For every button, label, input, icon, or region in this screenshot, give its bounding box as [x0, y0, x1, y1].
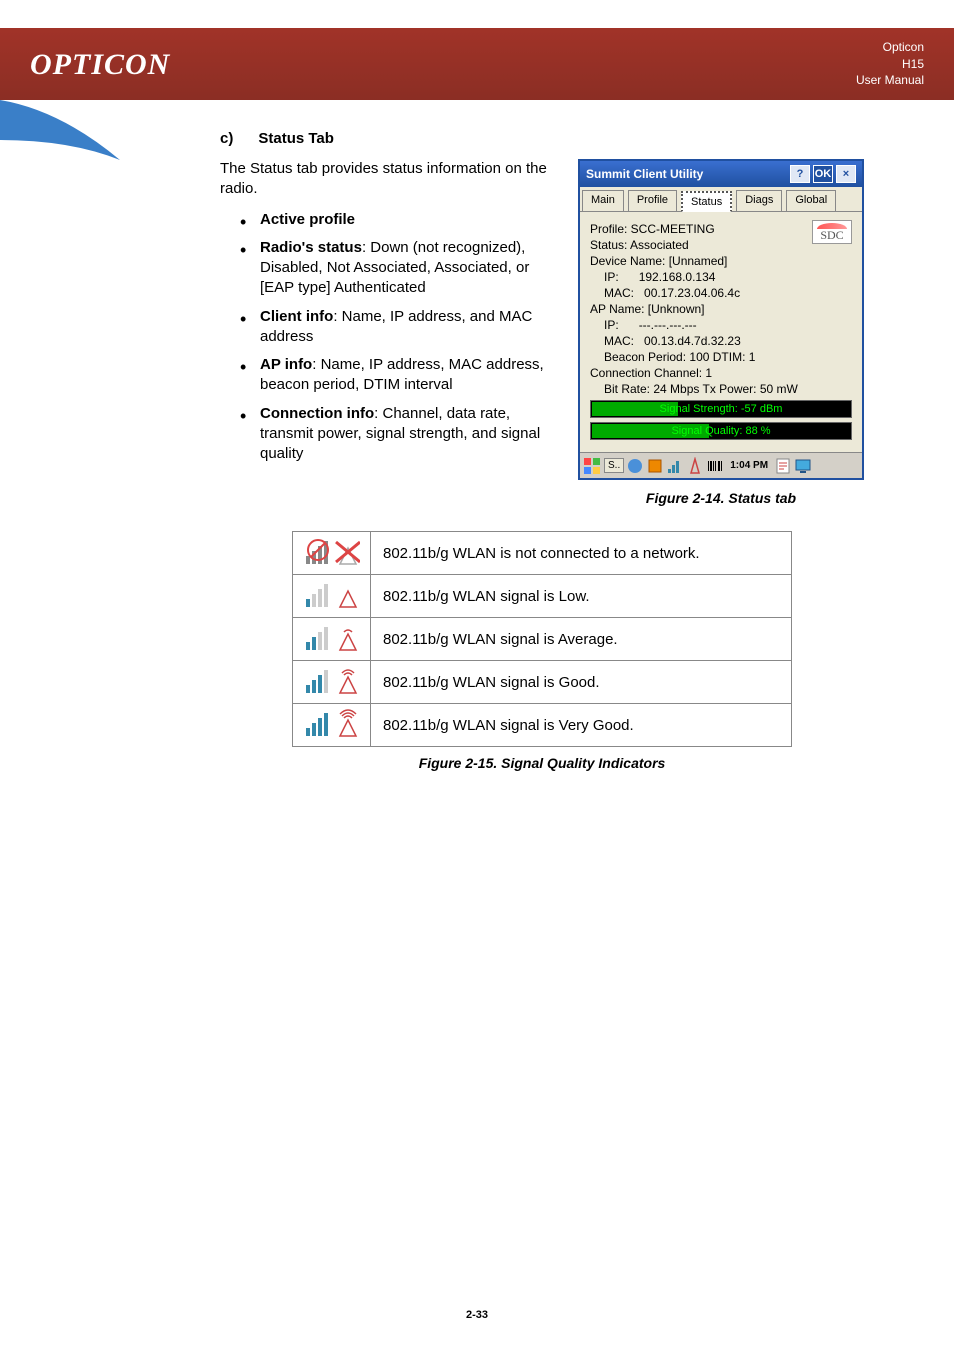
ip-label: IP:	[604, 318, 619, 332]
signal-desc: 802.11b/g WLAN signal is Good.	[371, 661, 792, 704]
titlebar-buttons: ? OK ×	[790, 165, 856, 183]
list-item: Radio's status: Down (not recognized), D…	[260, 238, 558, 299]
brand-line-2: H15	[856, 56, 924, 73]
brand-line-1: Opticon	[856, 39, 924, 56]
tab-global[interactable]: Global	[786, 190, 836, 211]
list-item: Connection info: Channel, data rate, tra…	[260, 404, 558, 465]
brand-line-3: User Manual	[856, 72, 924, 89]
figure-2-caption: Figure 2-15. Signal Quality Indicators	[220, 755, 864, 771]
signal-desc: 802.11b/g WLAN signal is Average.	[371, 618, 792, 661]
bit-rate-line: Bit Rate: 24 Mbps Tx Power: 50 mW	[590, 382, 852, 396]
ap-mac-line: MAC: 00.13.d4.7d.32.23	[590, 334, 852, 348]
table-row: 802.11b/g WLAN signal is Very Good.	[293, 704, 792, 747]
tab-status[interactable]: Status	[681, 191, 732, 212]
ap-ip-line: IP: ---.---.---.---	[590, 318, 852, 332]
bullet-label: Client info	[260, 308, 333, 325]
section-letter: c)	[220, 130, 233, 147]
beacon-line: Beacon Period: 100 DTIM: 1	[590, 350, 852, 364]
page-header: OPTICON Opticon H15 User Manual	[0, 28, 954, 100]
list-item: Client info: Name, IP address, and MAC a…	[260, 307, 558, 348]
signal-icon-average	[293, 618, 371, 661]
bullet-label: Active profile	[260, 211, 355, 228]
signal-desc: 802.11b/g WLAN signal is Low.	[371, 575, 792, 618]
signal-icon-very-good	[293, 704, 371, 747]
table-row: 802.11b/g WLAN signal is Average.	[293, 618, 792, 661]
mac-value: 00.13.d4.7d.32.23	[644, 334, 741, 348]
taskbar-app[interactable]: S..	[604, 458, 624, 473]
signal-icon-good	[293, 661, 371, 704]
page-number: 2-33	[466, 1309, 488, 1321]
right-column: Summit Client Utility ? OK × Main Profil…	[578, 159, 864, 506]
tab-row: Main Profile Status Diags Global	[580, 187, 862, 212]
tab-diags[interactable]: Diags	[736, 190, 782, 211]
left-column: The Status tab provides status informati…	[220, 159, 558, 472]
svg-text:OPTICON: OPTICON	[30, 48, 171, 81]
signal-desc: 802.11b/g WLAN is not connected to a net…	[371, 532, 792, 575]
opticon-logo: OPTICON	[30, 44, 270, 84]
mac-label: MAC:	[604, 334, 634, 348]
desktop-icon[interactable]	[794, 457, 812, 475]
figure-1-caption: Figure 2-14. Status tab	[578, 490, 864, 506]
sig-strength-text: Signal Strength: -57 dBm	[660, 403, 783, 415]
window-titlebar: Summit Client Utility ? OK ×	[580, 161, 862, 187]
ip-label: IP:	[604, 270, 619, 284]
cpu-icon[interactable]	[646, 457, 664, 475]
help-icon[interactable]: ?	[790, 165, 810, 183]
ip-value: 192.168.0.134	[639, 270, 716, 284]
signal-quality-table: 802.11b/g WLAN is not connected to a net…	[292, 531, 792, 747]
list-item: AP info: Name, IP address, MAC address, …	[260, 355, 558, 396]
ok-button[interactable]: OK	[813, 165, 833, 183]
section-title-text: Status Tab	[258, 130, 334, 147]
signal-strength-bar: Signal Strength: -57 dBm	[590, 400, 852, 418]
table-row: 802.11b/g WLAN signal is Low.	[293, 575, 792, 618]
note-icon[interactable]	[774, 457, 792, 475]
sig-quality-text: Signal Quality: 88 %	[671, 425, 770, 437]
barcode-icon[interactable]	[706, 457, 724, 475]
window-title: Summit Client Utility	[586, 167, 703, 181]
top-margin	[0, 0, 954, 28]
mac-value: 00.17.23.04.06.4c	[644, 286, 740, 300]
signal-bars-icon[interactable]	[666, 457, 684, 475]
tab-body: SDC Profile: SCC-MEETING Status: Associa…	[580, 212, 862, 452]
client-mac-line: MAC: 00.17.23.04.06.4c	[590, 286, 852, 300]
signal-desc: 802.11b/g WLAN signal is Very Good.	[371, 704, 792, 747]
bullet-list: Active profile Radio's status: Down (not…	[220, 210, 558, 465]
ap-name-line: AP Name: [Unknown]	[590, 302, 852, 316]
table-row: 802.11b/g WLAN signal is Good.	[293, 661, 792, 704]
header-brand: Opticon H15 User Manual	[856, 39, 924, 89]
mac-label: MAC:	[604, 286, 634, 300]
tower-icon[interactable]	[686, 457, 704, 475]
conn-channel-line: Connection Channel: 1	[590, 366, 852, 380]
taskbar-time: 1:04 PM	[730, 460, 768, 471]
main-content: c) Status Tab The Status tab provides st…	[0, 100, 954, 771]
tab-profile[interactable]: Profile	[628, 190, 677, 211]
signal-quality-bar: Signal Quality: 88 %	[590, 422, 852, 440]
list-item: Active profile	[260, 210, 558, 230]
client-ip-line: IP: 192.168.0.134	[590, 270, 852, 284]
device-screenshot: Summit Client Utility ? OK × Main Profil…	[578, 159, 864, 480]
bullet-label: Connection info	[260, 405, 374, 422]
section-heading: c) Status Tab	[220, 130, 864, 147]
two-column-layout: The Status tab provides status informati…	[220, 159, 864, 506]
device-name-line: Device Name: [Unnamed]	[590, 254, 852, 268]
device-taskbar: S.. 1:04 PM	[580, 452, 862, 478]
table-row: 802.11b/g WLAN is not connected to a net…	[293, 532, 792, 575]
globe-icon[interactable]	[626, 457, 644, 475]
signal-icon-low	[293, 575, 371, 618]
bullet-label: AP info	[260, 356, 312, 373]
tab-main[interactable]: Main	[582, 190, 624, 211]
sdc-text: SDC	[820, 228, 843, 243]
intro-paragraph: The Status tab provides status informati…	[220, 159, 558, 200]
close-icon[interactable]: ×	[836, 165, 856, 183]
sdc-badge: SDC	[812, 220, 852, 244]
start-icon[interactable]	[582, 456, 602, 476]
signal-icon-none	[293, 532, 371, 575]
ip-value: ---.---.---.---	[639, 318, 697, 332]
bullet-label: Radio's status	[260, 239, 362, 256]
